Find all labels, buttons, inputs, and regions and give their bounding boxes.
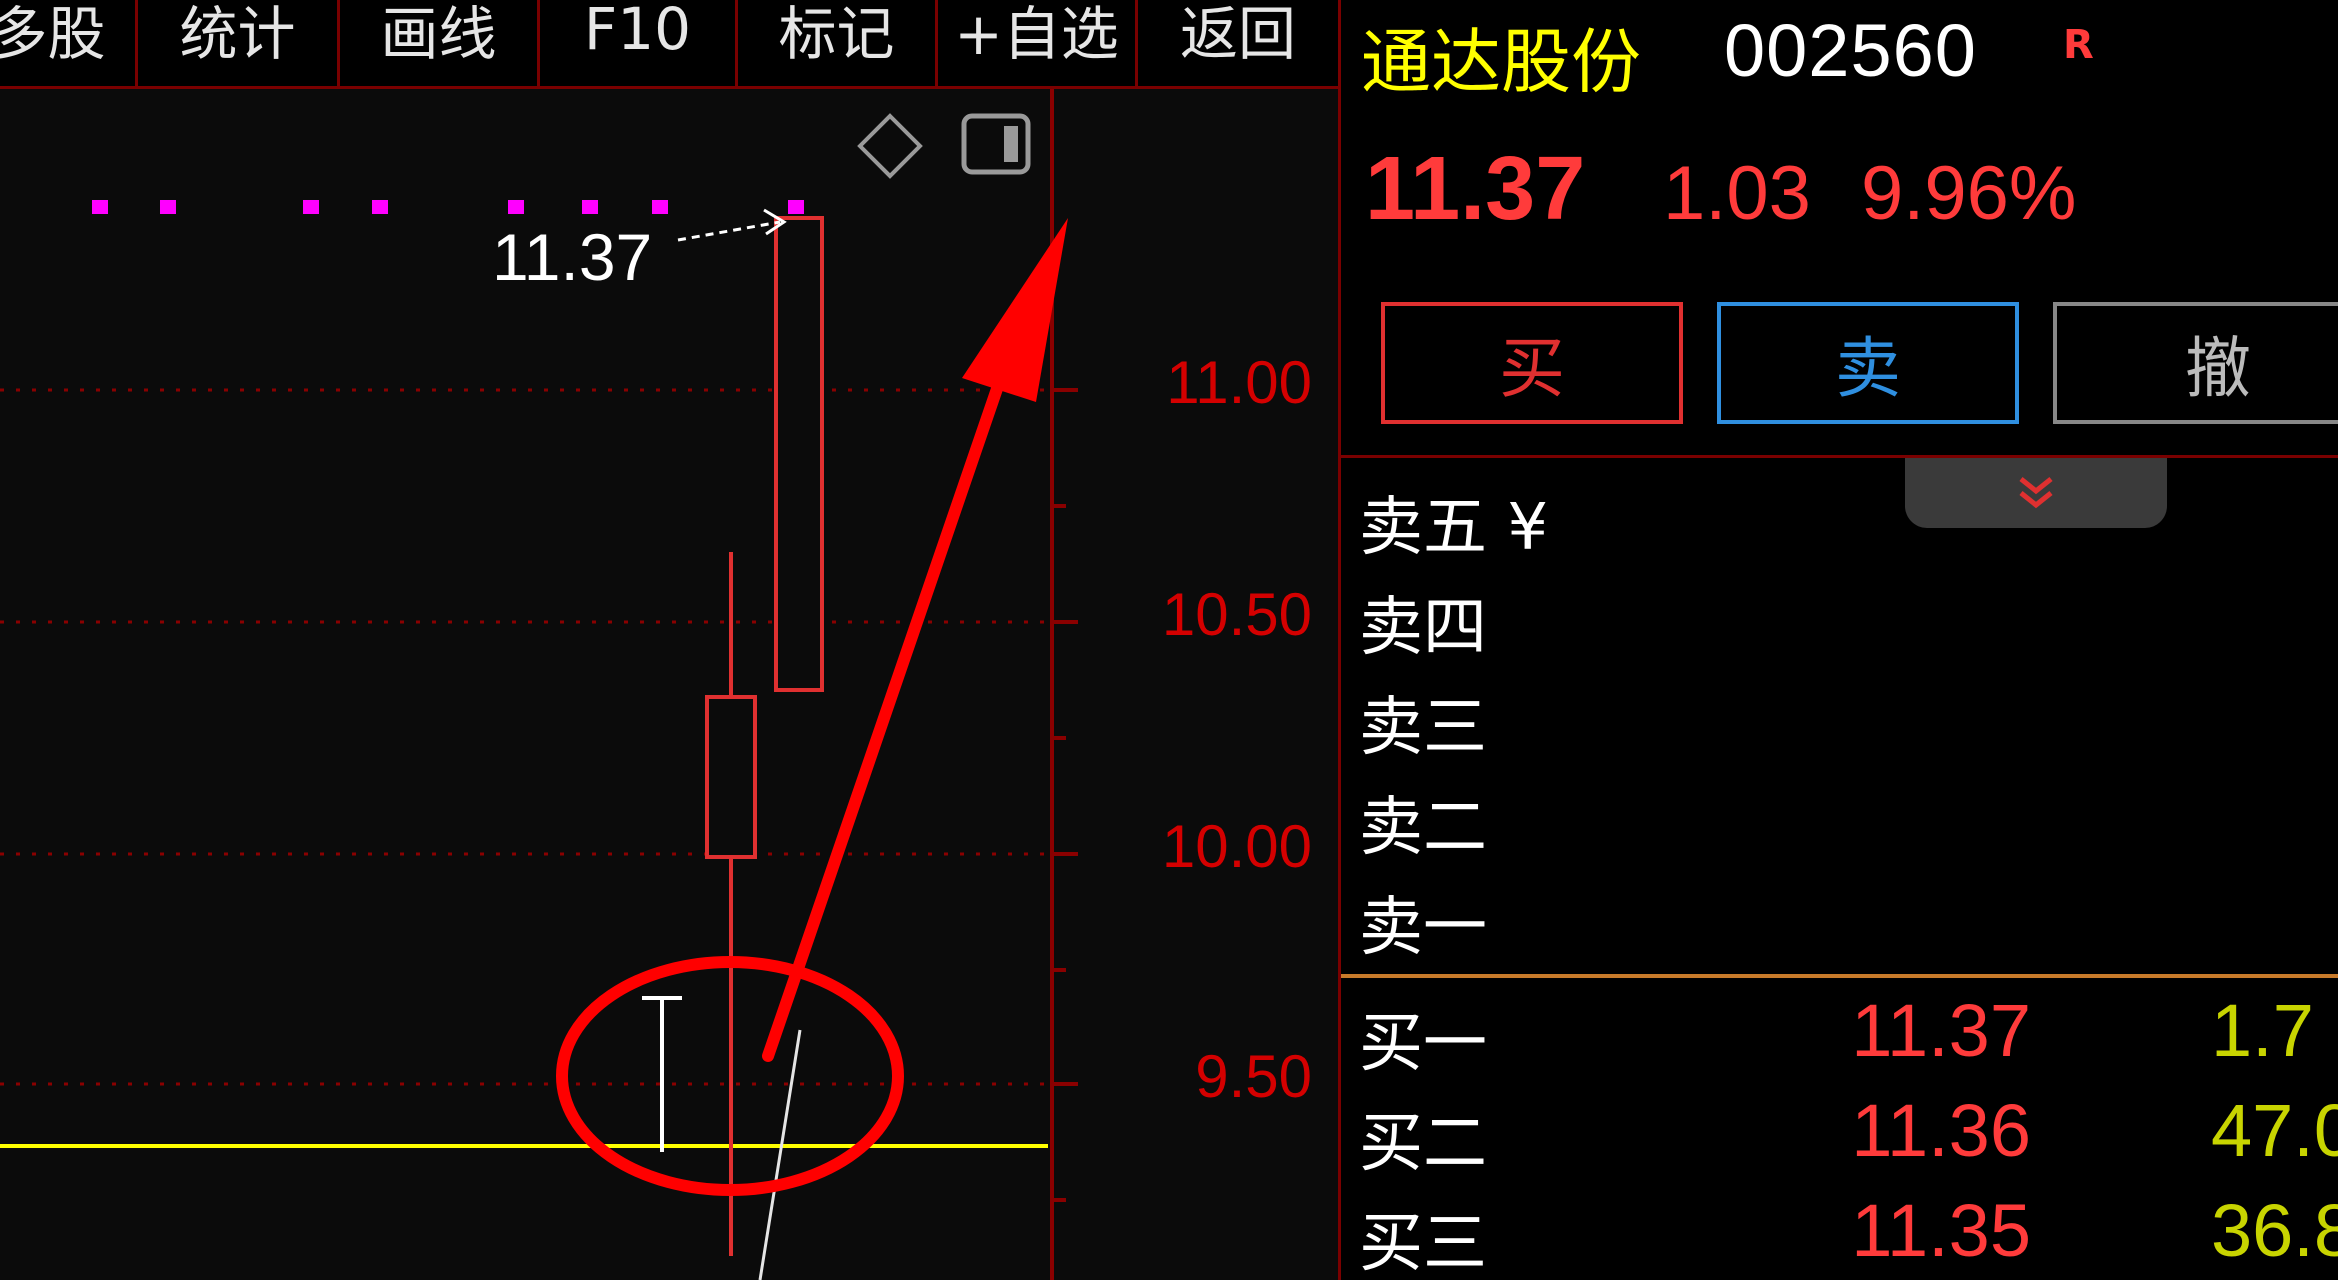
bid-price: 11.37 [1851,989,2031,1072]
cancel-button-label: 撤 [2185,330,2251,407]
candle-body-limit-up [774,216,824,692]
order-level-label: 卖四 [1359,591,1487,665]
sell-level-5: 卖五 ¥ [1359,476,2338,576]
marker-dot [92,200,108,214]
order-level-label: 卖五 ¥ [1359,491,1549,565]
marker-dot [652,200,668,214]
chart-toolbar: 多股 统计 画线 F10 标记 +自选 返回 [0,0,1338,89]
panel-divider [1341,455,2338,458]
last-price: 11.37 [1365,139,1586,239]
bid-ask-separator [1341,974,2338,978]
tab-multi-stock[interactable]: 多股 [0,0,138,86]
order-level-label: 买二 [1359,1107,1487,1181]
diamond-icon[interactable] [857,113,923,179]
kline-chart[interactable]: 11.37 11.00 10.50 10.00 9.50 [0,89,1338,1280]
sell-level-3: 卖三 [1359,676,2338,776]
tab-label: 多股 [0,0,106,68]
bid-volume: 1.7 [2211,989,2314,1072]
buy-level-2: 买二 11.36 47.0 [1341,1089,2338,1192]
tab-label: F10 [583,0,692,63]
bid-volume: 36.8 [2211,1189,2338,1272]
stock-code: 002560 [1724,9,1977,92]
buy-level-1: 买一 11.37 1.7 [1341,989,2338,1092]
bid-price: 11.35 [1851,1189,2031,1272]
order-level-label: 卖三 [1359,691,1487,765]
order-level-label: 卖二 [1359,791,1487,865]
sell-button-label: 卖 [1835,330,1901,407]
candle-body [705,695,757,859]
tab-mark[interactable]: 标记 [738,0,938,86]
order-level-label: 买三 [1359,1207,1487,1280]
price-change: 1.03 [1663,151,1811,236]
quote-panel: 通达股份 002560 R 11.37 1.03 9.96% 买 卖 撤 卖五 … [1338,0,2338,1280]
axis-label-10-50: 10.50 [1161,581,1312,648]
tab-label: 返回 [1179,0,1296,68]
sell-button[interactable]: 卖 [1717,302,2019,424]
tab-draw-line[interactable]: 画线 [340,0,540,86]
stock-trading-screen: 多股 统计 画线 F10 标记 +自选 返回 11.37 11.00 10.50… [0,0,2338,1280]
tab-label: +自选 [954,0,1119,68]
stock-name: 通达股份 [1361,21,1641,103]
financing-tag: R [2063,22,2094,68]
buy-level-3: 买三 11.35 36.8 [1341,1189,2338,1280]
sell-level-1: 卖一 [1359,876,2338,976]
axis-label-11-00: 11.00 [1166,349,1312,416]
annotation-price-label: 11.37 [492,220,653,294]
tab-add-watchlist[interactable]: +自选 [938,0,1138,86]
sell-level-2: 卖二 [1359,776,2338,876]
bid-volume: 47.0 [2211,1089,2338,1172]
cancel-order-button[interactable]: 撤 [2053,302,2338,424]
tab-label: 标记 [778,0,895,68]
panel-toggle-icon[interactable] [961,113,1031,175]
tab-label: 画线 [380,0,497,68]
bid-price: 11.36 [1851,1089,2031,1172]
marker-dot [508,200,524,214]
marker-dot [160,200,176,214]
buy-button[interactable]: 买 [1381,302,1683,424]
tab-f10[interactable]: F10 [540,0,738,86]
axis-label-10-00: 10.00 [1161,813,1312,880]
order-level-label: 卖一 [1359,891,1487,965]
order-level-label: 买一 [1359,1007,1487,1081]
marker-dot [303,200,319,214]
sell-level-4: 卖四 [1359,576,2338,676]
axis-label-9-50: 9.50 [1195,1043,1312,1110]
tab-label: 统计 [179,0,296,68]
marker-dot [372,200,388,214]
marker-dot [788,200,804,214]
tab-statistics[interactable]: 统计 [138,0,340,86]
price-pointer-line [677,220,781,242]
marker-dot [582,200,598,214]
trend-line [758,1029,802,1280]
tab-back[interactable]: 返回 [1138,0,1338,86]
buy-button-label: 买 [1499,330,1565,407]
price-change-percent: 9.96% [1861,151,2077,236]
